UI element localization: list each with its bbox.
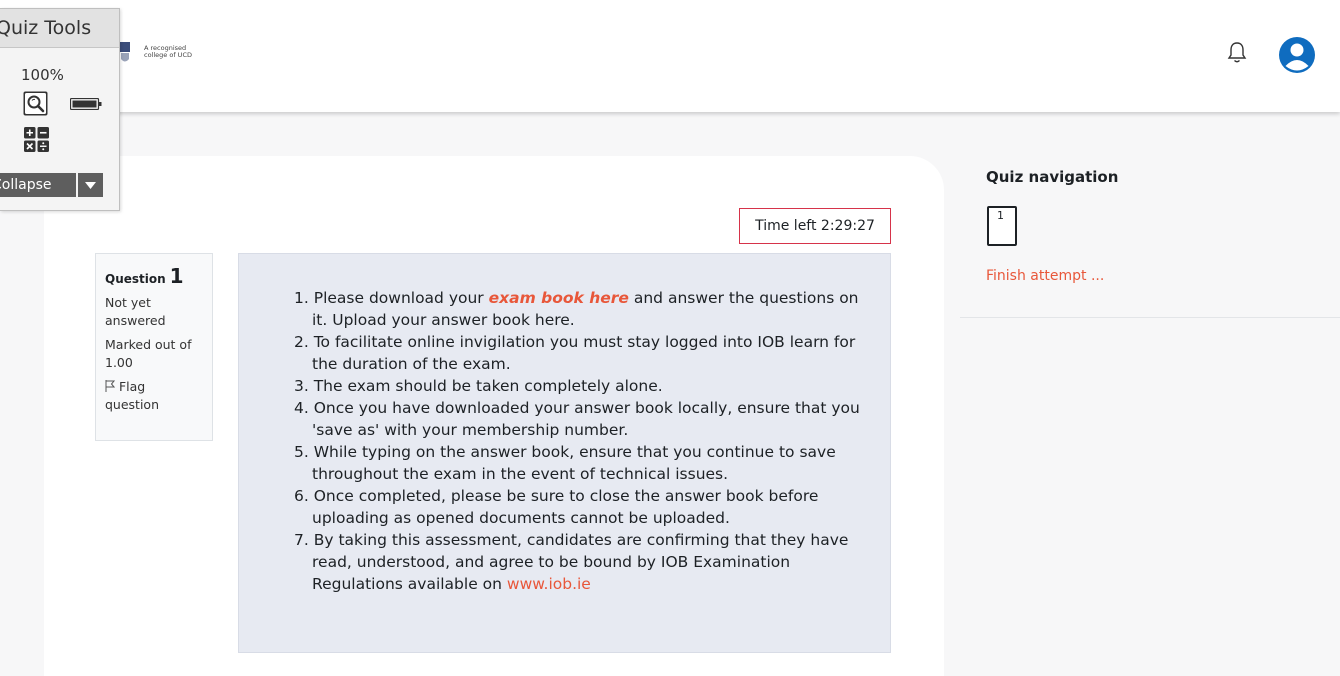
magnifier-icon[interactable] [23, 91, 48, 116]
list-item: 2. To facilitate online invigilation you… [294, 333, 856, 373]
question-number: 1 [169, 264, 184, 288]
exam-book-link[interactable]: exam book here [489, 289, 629, 307]
calculator-icon[interactable] [24, 127, 49, 152]
flag-icon [105, 380, 115, 392]
list-item: 1. Please download your exam book here a… [294, 289, 859, 329]
question-label: Question [105, 272, 166, 286]
collapse-label: Collapse [0, 177, 52, 193]
flag-question-link[interactable]: Flag question [105, 378, 203, 414]
quiz-tools-title: Quiz Tools [0, 17, 92, 39]
list-item: 7. By taking this assessment, candidates… [294, 531, 849, 593]
list-item: 6. Once completed, please be sure to clo… [294, 487, 819, 527]
list-item: 3. The exam should be taken completely a… [294, 377, 663, 395]
finish-attempt-link[interactable]: Finish attempt ... [986, 268, 1104, 284]
quiz-tools-header[interactable]: Quiz Tools [0, 9, 119, 48]
list-item: 5. While typing on the answer book, ensu… [294, 443, 836, 483]
quiz-nav-question-button[interactable]: 1 [987, 206, 1017, 246]
battery-icon [70, 98, 102, 110]
iob-website-link[interactable]: www.iob.ie [507, 575, 591, 593]
zoom-level: 100% [21, 66, 64, 84]
divider [960, 317, 1340, 318]
question-info-panel: Question 1 Not yet answered Marked out o… [95, 253, 213, 441]
list-item: 4. Once you have downloaded your answer … [294, 399, 860, 439]
question-marks: Marked out of 1.00 [105, 337, 192, 370]
quiz-nav-question-number: 1 [997, 209, 1004, 222]
collapse-button[interactable]: Collapse [0, 173, 76, 197]
question-text-box: 1. Please download your exam book here a… [238, 253, 891, 653]
quiz-navigation-title: Quiz navigation [986, 168, 1119, 186]
quiz-tools-panel[interactable]: Quiz Tools 100% Collapse [0, 8, 120, 211]
page-header: A recognised college of UCD [0, 0, 1340, 112]
college-crest-icon [120, 42, 130, 62]
user-avatar-icon[interactable] [1279, 37, 1315, 73]
bell-icon[interactable] [1226, 40, 1248, 64]
time-left-timer: Time left 2:29:27 [739, 208, 891, 244]
quiz-tools-dropdown-button[interactable] [78, 173, 103, 197]
question-status: Not yet answered [105, 295, 166, 328]
instructions-list: 1. Please download your exam book here a… [294, 287, 874, 595]
logo-text: A recognised college of UCD [144, 44, 192, 59]
chevron-down-icon [85, 182, 96, 189]
